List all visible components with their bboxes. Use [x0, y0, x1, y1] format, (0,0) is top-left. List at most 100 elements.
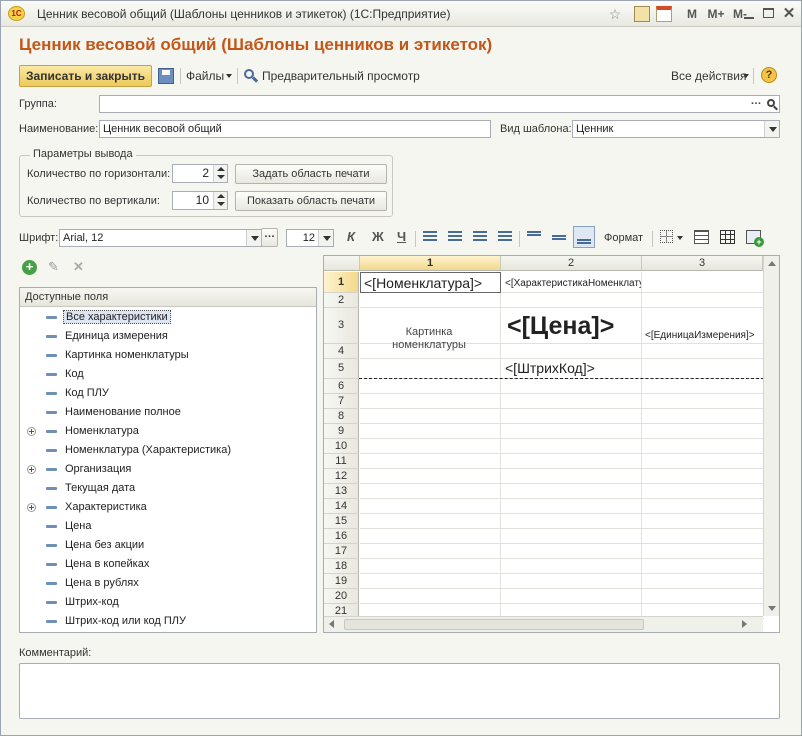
row-header[interactable]: 18 [324, 559, 359, 574]
field-tree-item[interactable]: Штрих-код [20, 593, 316, 612]
chevron-down-icon[interactable] [764, 121, 779, 137]
row-header[interactable]: 13 [324, 484, 359, 499]
row-header[interactable]: 10 [324, 439, 359, 454]
maximize-icon[interactable] [760, 5, 778, 23]
preview-button[interactable]: Предварительный просмотр [262, 69, 420, 83]
expand-plus-icon[interactable] [27, 427, 36, 436]
name-field[interactable]: Ценник весовой общий [99, 120, 491, 138]
calculator-icon[interactable] [634, 6, 650, 22]
expand-plus-icon[interactable] [27, 465, 36, 474]
font-choose-button[interactable]: … [261, 228, 278, 247]
valign-middle-icon[interactable] [552, 235, 566, 240]
scroll-thumb[interactable] [344, 619, 644, 630]
favorite-star-icon[interactable]: ☆ [607, 6, 623, 22]
all-actions-button[interactable]: Все действия [671, 69, 746, 83]
field-tree-item[interactable]: Код ПЛУ [20, 384, 316, 403]
scroll-down-icon[interactable] [768, 606, 776, 611]
bold-button[interactable]: Ж [372, 229, 384, 244]
spin-arrows-icon[interactable] [213, 165, 227, 182]
field-tree-item[interactable]: Цена в копейках [20, 555, 316, 574]
delete-icon[interactable]: ✕ [73, 260, 87, 274]
borders-dropdown-icon[interactable] [677, 236, 683, 240]
field-tree-item[interactable]: Единица измерения [20, 327, 316, 346]
scroll-left-icon[interactable] [329, 620, 334, 628]
add-icon[interactable]: + [22, 260, 37, 275]
italic-button[interactable]: К [347, 229, 355, 244]
insert-picture-icon[interactable]: + [746, 230, 764, 247]
chevron-down-icon[interactable] [318, 230, 333, 246]
font-select[interactable]: Arial, 12 [59, 229, 262, 247]
horizontal-scrollbar[interactable] [324, 616, 763, 632]
align-center-icon[interactable] [448, 231, 462, 243]
row-header[interactable]: 16 [324, 529, 359, 544]
help-icon[interactable]: ? [761, 67, 777, 83]
format-button[interactable]: Формат [604, 232, 643, 244]
field-tree-item[interactable]: Цена без акции [20, 536, 316, 555]
group-search-icon[interactable] [765, 96, 779, 112]
group-select-button[interactable]: … [748, 96, 764, 112]
field-tree-item[interactable]: Все характеристики [20, 308, 316, 327]
field-tree-item[interactable]: Организация [20, 460, 316, 479]
preview-magnifier-icon[interactable] [243, 68, 259, 84]
row-header[interactable]: 12 [324, 469, 359, 484]
show-print-area-button[interactable]: Показать область печати [235, 191, 387, 211]
field-tree-item[interactable]: Код [20, 365, 316, 384]
font-size-select[interactable]: 12 [286, 229, 334, 247]
spreadsheet-template[interactable]: 1 2 3 1 2 3 4 5 6 7 8 9 10 11 12 13 14 15 16 17 18 19 20 21 <[Н… [323, 255, 780, 633]
field-tree-item[interactable]: Цена в рублях [20, 574, 316, 593]
save-and-close-button[interactable]: Записать и закрыть [19, 65, 152, 87]
row-header[interactable]: 5 [324, 359, 359, 379]
vertical-scrollbar[interactable] [763, 256, 779, 616]
minimize-icon[interactable] [740, 5, 758, 23]
field-tree-item[interactable]: Текущая дата [20, 479, 316, 498]
align-left-icon[interactable] [423, 231, 437, 243]
memory-button-m[interactable]: M [684, 5, 700, 23]
spin-arrows-icon[interactable] [213, 192, 227, 209]
field-tree-item[interactable]: Характеристика [20, 498, 316, 517]
field-tree-item[interactable]: Штрих-код или код ПЛУ [20, 612, 316, 631]
row-header[interactable]: 2 [324, 293, 359, 308]
row-header[interactable]: 19 [324, 574, 359, 589]
row-header[interactable]: 20 [324, 589, 359, 604]
chevron-down-icon[interactable] [246, 230, 261, 246]
field-tree-item[interactable]: Номенклатура [20, 422, 316, 441]
row-header[interactable]: 15 [324, 514, 359, 529]
row-header[interactable]: 6 [324, 379, 359, 394]
close-icon[interactable]: ✕ [780, 5, 798, 23]
corner-header[interactable] [324, 256, 360, 271]
row-header[interactable]: 14 [324, 499, 359, 514]
row-header[interactable]: 4 [324, 344, 359, 359]
field-tree-item[interactable]: Картинка номенклатуры [20, 346, 316, 365]
memory-button-m-plus[interactable]: M+ [705, 5, 727, 23]
expand-plus-icon[interactable] [27, 503, 36, 512]
files-menu-button[interactable]: Файлы [186, 69, 224, 83]
calendar-icon[interactable] [656, 6, 672, 22]
valign-bottom-icon[interactable] [573, 226, 595, 248]
column-header[interactable]: 2 [501, 256, 642, 271]
align-right-icon[interactable] [473, 231, 487, 243]
field-tree-item[interactable]: Наименование полное [20, 403, 316, 422]
row-header[interactable]: 3 [324, 308, 359, 344]
underline-button[interactable]: Ч [397, 229, 406, 244]
column-header[interactable]: 1 [360, 256, 501, 271]
table-grid-icon[interactable] [720, 230, 735, 244]
row-header[interactable]: 17 [324, 544, 359, 559]
field-tree-item[interactable]: Номенклатура (Характеристика) [20, 441, 316, 460]
comment-textarea[interactable] [19, 663, 780, 719]
column-header[interactable]: 3 [642, 256, 763, 271]
valign-top-icon[interactable] [527, 231, 541, 236]
row-header[interactable]: 11 [324, 454, 359, 469]
horizontal-count-stepper[interactable]: 2 [172, 164, 228, 183]
row-header[interactable]: 8 [324, 409, 359, 424]
borders-icon[interactable] [660, 230, 673, 243]
group-field[interactable] [99, 95, 780, 113]
edit-pencil-icon[interactable]: ✎ [48, 260, 62, 274]
field-tree-item[interactable]: Цена [20, 517, 316, 536]
set-print-area-button[interactable]: Задать область печати [235, 164, 387, 184]
save-icon[interactable] [158, 68, 174, 84]
row-header[interactable]: 9 [324, 424, 359, 439]
row-header[interactable]: 7 [324, 394, 359, 409]
template-type-select[interactable]: Ценник [572, 120, 780, 138]
grid-options-icon[interactable] [694, 230, 709, 244]
scroll-right-icon[interactable] [742, 620, 747, 628]
